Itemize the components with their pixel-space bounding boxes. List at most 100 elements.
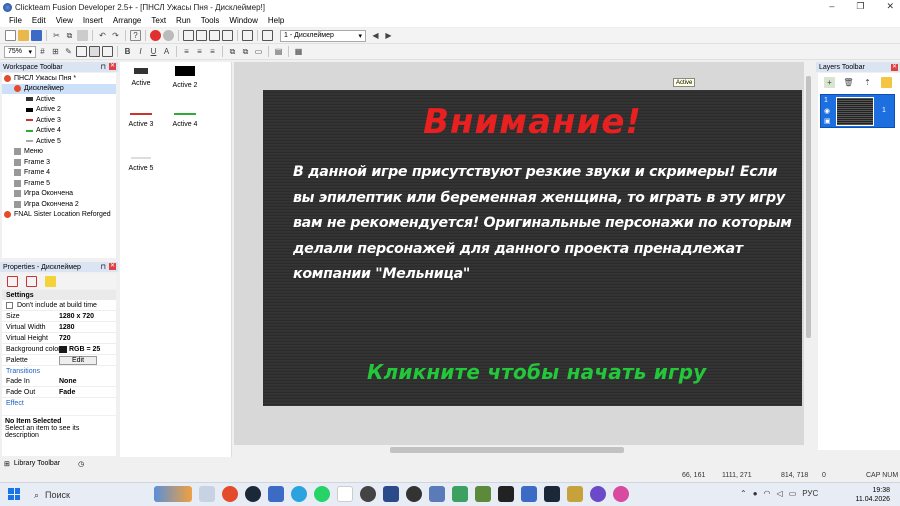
previous-frame-icon[interactable]: ◀	[370, 30, 381, 41]
event-editor-icon[interactable]	[209, 30, 220, 41]
app-icon[interactable]	[590, 486, 606, 502]
app-icon[interactable]	[268, 486, 284, 502]
disclaimer-text[interactable]: В данной игре присутствуют резкие звуки …	[293, 160, 793, 288]
steam-icon[interactable]	[245, 486, 261, 502]
frame-icon[interactable]	[76, 46, 87, 57]
menu-run[interactable]: Run	[171, 16, 196, 25]
app-icon[interactable]	[544, 486, 560, 502]
align-center-icon[interactable]: ≡	[194, 46, 205, 57]
app-icon[interactable]	[498, 486, 514, 502]
menu-view[interactable]: View	[51, 16, 78, 25]
align-right-icon[interactable]: ≡	[207, 46, 218, 57]
frame-selector[interactable]: 1 - Дисклеймер ▾	[280, 29, 366, 42]
app-icon[interactable]	[360, 486, 376, 502]
clock[interactable]: 19:38 11.04.2026	[855, 486, 890, 504]
app-icon[interactable]	[383, 486, 399, 502]
wifi-icon[interactable]: ◠	[764, 489, 771, 498]
property-row[interactable]: Background color RGB = 25	[2, 344, 116, 355]
send-back-icon[interactable]: ⧉	[240, 46, 251, 57]
run-application-icon[interactable]	[150, 30, 161, 41]
stop-icon[interactable]	[163, 30, 174, 41]
scroll-thumb[interactable]	[390, 447, 624, 453]
start-button[interactable]	[8, 488, 20, 500]
storyboard-icon[interactable]	[183, 30, 194, 41]
object-item-active-3[interactable]: Active 3	[120, 113, 162, 128]
task-view-icon[interactable]	[199, 486, 215, 502]
taskbar-search[interactable]: ⌕ Поиск	[28, 487, 148, 503]
delete-layer-icon[interactable]: 🗑	[843, 77, 854, 88]
pin-icon[interactable]: ⊓	[101, 263, 106, 271]
app-icon[interactable]	[452, 486, 468, 502]
property-row[interactable]: Fade Out Fade	[2, 387, 116, 398]
object-item-active-5[interactable]: Active 5	[120, 157, 162, 172]
object-item-active[interactable]: Active	[120, 68, 162, 87]
menu-file[interactable]: File	[4, 16, 27, 25]
event-list-icon[interactable]	[222, 30, 233, 41]
lock-layer-icon[interactable]	[881, 77, 892, 88]
add-layer-icon[interactable]: +	[824, 77, 835, 88]
settings-section[interactable]: Settings	[2, 290, 116, 300]
effect-section[interactable]: Effect	[2, 398, 116, 408]
menu-insert[interactable]: Insert	[78, 16, 108, 25]
tree-node[interactable]: Игра Окончена	[2, 189, 116, 200]
property-row[interactable]: Fade In None	[2, 376, 116, 387]
menu-text[interactable]: Text	[146, 16, 171, 25]
new-icon[interactable]	[5, 30, 16, 41]
tree-node[interactable]: Active 2	[2, 105, 116, 116]
bold-button[interactable]: B	[122, 46, 133, 57]
telegram-icon[interactable]	[291, 486, 307, 502]
menu-edit[interactable]: Edit	[27, 16, 51, 25]
tree-node[interactable]: Frame 5	[2, 178, 116, 189]
dont-include-row[interactable]: Don't include at build time	[2, 300, 116, 311]
property-row[interactable]: Size 1280 x 720	[2, 311, 116, 322]
paste-icon[interactable]	[77, 30, 88, 41]
warning-headline[interactable]: Внимание!	[263, 102, 802, 142]
click-to-start-text[interactable]: Кликните чтобы начать игру	[367, 360, 767, 384]
next-frame-icon[interactable]: ▶	[383, 30, 394, 41]
eye-icon[interactable]: ◉	[824, 107, 830, 115]
runtime-tab-icon[interactable]	[26, 276, 37, 287]
property-row[interactable]: Virtual Height 720	[2, 333, 116, 344]
italic-button[interactable]: I	[135, 46, 146, 57]
battery-icon[interactable]: ▭	[789, 489, 797, 498]
lock-icon[interactable]: ▣	[824, 117, 831, 125]
chevron-up-icon[interactable]: ⌃	[740, 489, 747, 498]
pin-icon[interactable]: ⊓	[101, 63, 106, 71]
layer-icon[interactable]: ▤	[273, 46, 284, 57]
palette-icon[interactable]	[102, 46, 113, 57]
scroll-thumb[interactable]	[806, 76, 811, 338]
close-icon[interactable]: ✕	[891, 63, 898, 71]
app-icon[interactable]	[429, 486, 445, 502]
minecraft-icon[interactable]	[475, 486, 491, 502]
layer-row[interactable]: 1 ◉ ▣ 1	[820, 94, 895, 128]
close-icon[interactable]: ✕	[109, 263, 116, 270]
transitions-section[interactable]: Transitions	[2, 366, 116, 376]
frame-editor-canvas[interactable]: Внимание! В данной игре присутствуют рез…	[234, 62, 804, 445]
help-icon[interactable]: ?	[130, 30, 141, 41]
tree-node[interactable]: Дисклеймер	[2, 83, 116, 94]
tree-node[interactable]: ПНСЛ Ужасы Пня *	[2, 73, 116, 84]
tree-node[interactable]: Меню	[2, 147, 116, 158]
grid-icon[interactable]: #	[37, 46, 48, 57]
frame-area[interactable]: Внимание! В данной игре присутствуют рез…	[263, 90, 802, 406]
bring-forward-icon[interactable]: ⧉	[227, 46, 238, 57]
layout-icon[interactable]	[262, 30, 273, 41]
underline-button[interactable]: U	[148, 46, 159, 57]
close-icon[interactable]: ✕	[109, 63, 116, 70]
menu-arrange[interactable]: Arrange	[108, 16, 146, 25]
app-icon[interactable]	[521, 486, 537, 502]
object-item-active-2[interactable]: Active 2	[164, 66, 206, 89]
minimize-button[interactable]: –	[829, 1, 834, 12]
tree-node[interactable]: Active 5	[2, 136, 116, 147]
app-icon[interactable]	[613, 486, 629, 502]
open-icon[interactable]	[18, 30, 29, 41]
object-item-active-4[interactable]: Active 4	[164, 113, 206, 128]
layer-up-icon[interactable]: ⇡	[862, 77, 873, 88]
menu-window[interactable]: Window	[224, 16, 262, 25]
language-indicator[interactable]: РУС	[802, 489, 818, 498]
tree-node[interactable]: Active 3	[2, 115, 116, 126]
maximize-button[interactable]: ❐	[856, 1, 864, 12]
image-icon[interactable]	[89, 46, 100, 57]
zoom-selector[interactable]: 75% ▾	[4, 45, 36, 58]
property-row[interactable]: Palette Edit	[2, 355, 116, 366]
